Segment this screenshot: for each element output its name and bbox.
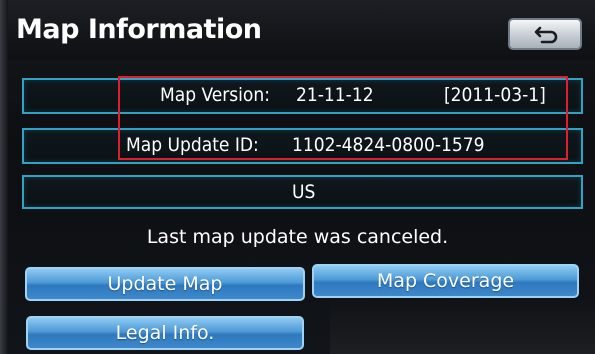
map-coverage-button[interactable]: Map Coverage [312,264,579,298]
map-update-id-label: Map Update ID: [126,134,259,156]
map-version-date: [2011-03-1] [444,84,546,106]
region-value: US [292,181,316,203]
update-status-text: Last map update was canceled. [146,226,449,248]
map-version-value: 21-11-12 [296,84,374,106]
screen-glare [330,300,595,354]
back-button[interactable] [508,18,582,50]
map-update-id-value: 1102-4824-0800-1579 [292,134,485,156]
update-map-button[interactable]: Update Map [25,267,305,301]
region-row: US [22,175,583,209]
map-update-id-row: Map Update ID: 1102-4824-0800-1579 [22,128,583,164]
map-information-screen: Map Information Map Version: 21-11-12 [2… [0,0,595,354]
legal-info-button[interactable]: Legal Info. [26,316,304,350]
screen-bezel [0,0,8,354]
page-title: Map Information [16,14,262,45]
map-version-row: Map Version: 21-11-12 [2011-03-1] [22,78,583,114]
back-arrow-icon [534,26,558,44]
map-version-label: Map Version: [160,84,270,106]
